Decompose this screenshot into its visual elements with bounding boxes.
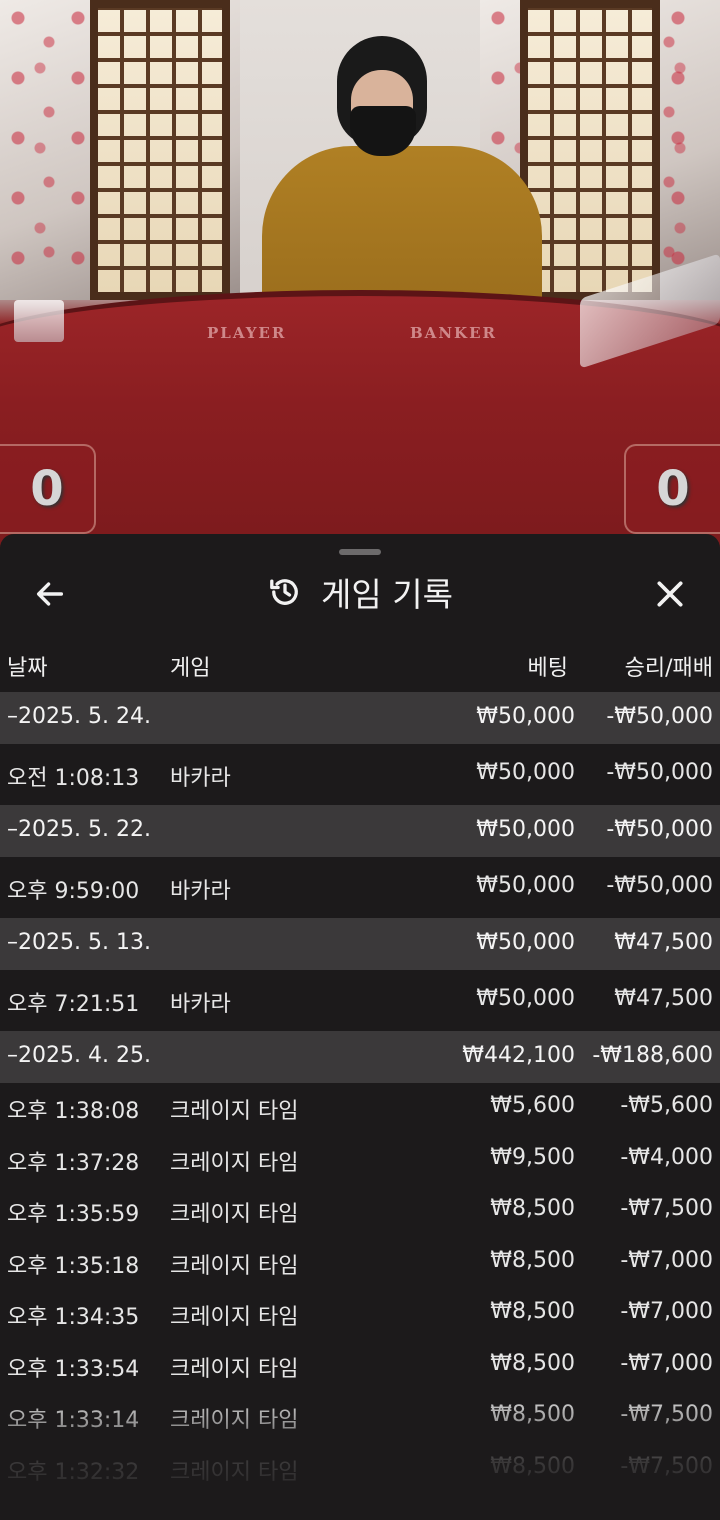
game-history-panel: 게임 기록 날짜 게임 베팅 승리/패배 –2025. 5. 24. ₩50,00…: [0, 534, 720, 1520]
cell-bet: ₩50,000: [476, 986, 575, 1011]
cell-result: -₩7,000: [620, 1247, 713, 1273]
date-group-row[interactable]: –2025. 5. 22. ₩50,000 -₩50,000: [0, 805, 720, 857]
cell-date: –2025. 5. 13.: [7, 930, 151, 955]
cell-result: -₩50,000: [606, 760, 713, 785]
cell-result: ₩47,500: [614, 930, 713, 955]
cell-game: 크레이지 타임: [170, 1408, 299, 1433]
player-score: 0: [0, 444, 96, 534]
history-row[interactable]: 오후 9:59:00 바카라 ₩50,000 -₩50,000: [0, 857, 720, 918]
cell-result: -₩5,600: [620, 1093, 713, 1118]
cell-bet: ₩50,000: [476, 873, 575, 898]
cell-date: 오전 1:08:13: [7, 766, 140, 791]
date-group-row[interactable]: –2025. 5. 13. ₩50,000 ₩47,500: [0, 918, 720, 970]
cell-bet: ₩8,500: [490, 1402, 575, 1427]
history-row[interactable]: 오후 7:21:51 바카라 ₩50,000 ₩47,500: [0, 970, 720, 1031]
live-video: PLAYER BANKER 0 0: [0, 0, 720, 560]
panel-title: 게임 기록: [0, 568, 720, 616]
cell-bet: ₩50,000: [476, 704, 575, 729]
cell-bet: ₩9,500: [490, 1144, 575, 1170]
date-group-row[interactable]: –2025. 4. 25. ₩442,100 -₩188,600: [0, 1031, 720, 1083]
date-group-row[interactable]: –2025. 5. 24. ₩50,000 -₩50,000: [0, 692, 720, 744]
cell-bet: ₩5,600: [490, 1093, 575, 1118]
cell-date: –2025. 5. 22.: [7, 817, 151, 842]
cell-bet: ₩8,500: [490, 1299, 575, 1324]
cell-date: 오후 1:35:18: [7, 1253, 140, 1279]
cell-bet: ₩50,000: [476, 760, 575, 785]
history-row[interactable]: 오후 1:35:59 크레이지 타임 ₩8,500 -₩7,500: [0, 1186, 720, 1238]
history-row[interactable]: 오전 1:08:13 바카라 ₩50,000 -₩50,000: [0, 744, 720, 805]
cell-date: –2025. 4. 25.: [7, 1043, 151, 1068]
history-row[interactable]: 오후 1:32:32 크레이지 타임 ₩8,500 -₩7,500: [0, 1443, 720, 1495]
table-label-player: PLAYER: [207, 324, 287, 342]
cell-result: -₩7,000: [620, 1299, 713, 1324]
cell-bet: ₩8,500: [490, 1196, 575, 1221]
history-row[interactable]: 오후 1:38:08 크레이지 타임 ₩5,600 -₩5,600: [0, 1083, 720, 1135]
cell-game: 크레이지 타임: [170, 1150, 299, 1176]
cell-game: 크레이지 타임: [170, 1459, 299, 1485]
cell-date: 오후 1:38:08: [7, 1099, 140, 1124]
cell-result: -₩50,000: [606, 873, 713, 898]
cell-result: -₩7,500: [620, 1196, 713, 1221]
history-row[interactable]: 오후 1:37:28 크레이지 타임 ₩9,500 -₩4,000: [0, 1134, 720, 1186]
lattice-screen-left: [90, 0, 230, 300]
column-header-date: 날짜: [7, 656, 48, 681]
cell-bet: ₩8,500: [490, 1350, 575, 1376]
cell-bet: ₩8,500: [490, 1453, 575, 1479]
column-header-game: 게임: [170, 656, 211, 681]
cell-date: 오후 1:35:59: [7, 1202, 140, 1227]
column-header-bet: 베팅: [527, 656, 568, 681]
cell-date: 오후 1:33:14: [7, 1408, 140, 1433]
panel-header: 게임 기록: [0, 554, 720, 628]
history-row[interactable]: 오후 1:35:18 크레이지 타임 ₩8,500 -₩7,000: [0, 1237, 720, 1289]
banker-score: 0: [624, 444, 720, 534]
history-row[interactable]: 오후 1:33:54 크레이지 타임 ₩8,500 -₩7,000: [0, 1340, 720, 1392]
cell-result: ₩47,500: [614, 986, 713, 1011]
close-icon: [657, 581, 683, 607]
history-row[interactable]: 오후 1:34:35 크레이지 타임 ₩8,500 -₩7,000: [0, 1289, 720, 1341]
table-header: 날짜 게임 베팅 승리/패배: [0, 646, 720, 686]
cell-result: -₩7,500: [620, 1453, 713, 1479]
cell-game: 바카라: [170, 766, 231, 791]
cell-date: 오후 1:33:54: [7, 1356, 140, 1382]
cell-date: 오후 1:32:32: [7, 1459, 140, 1485]
cell-result: -₩50,000: [606, 817, 713, 842]
column-header-result: 승리/패배: [624, 656, 713, 681]
history-icon: [270, 579, 298, 605]
cell-result: -₩188,600: [592, 1043, 713, 1068]
cell-bet: ₩442,100: [462, 1043, 575, 1068]
cell-result: -₩7,000: [620, 1350, 713, 1376]
cell-result: -₩4,000: [620, 1144, 713, 1170]
cell-game: 크레이지 타임: [170, 1305, 299, 1330]
cell-game: 크레이지 타임: [170, 1253, 299, 1279]
cell-result: -₩7,500: [620, 1402, 713, 1427]
cell-game: 바카라: [170, 879, 231, 904]
cell-game: 크레이지 타임: [170, 1356, 299, 1382]
cell-date: –2025. 5. 24.: [7, 704, 151, 729]
discard-tray: [14, 300, 64, 342]
cell-date: 오후 7:21:51: [7, 992, 140, 1017]
panel-title-text: 게임 기록: [321, 575, 453, 614]
cell-date: 오후 9:59:00: [7, 879, 140, 904]
cell-game: 크레이지 타임: [170, 1202, 299, 1227]
close-button[interactable]: [642, 570, 698, 618]
history-row[interactable]: 오후 1:33:14 크레이지 타임 ₩8,500 -₩7,500: [0, 1392, 720, 1444]
cell-bet: ₩8,500: [490, 1247, 575, 1273]
history-list: –2025. 5. 24. ₩50,000 -₩50,000 오전 1:08:13 바카…: [0, 692, 720, 1495]
cell-result: -₩50,000: [606, 704, 713, 729]
cell-bet: ₩50,000: [476, 817, 575, 842]
cell-date: 오후 1:34:35: [7, 1305, 140, 1330]
cell-bet: ₩50,000: [476, 930, 575, 955]
cell-date: 오후 1:37:28: [7, 1150, 140, 1176]
cell-game: 바카라: [170, 992, 231, 1017]
cell-game: 크레이지 타임: [170, 1099, 299, 1124]
table-label-banker: BANKER: [410, 324, 497, 342]
